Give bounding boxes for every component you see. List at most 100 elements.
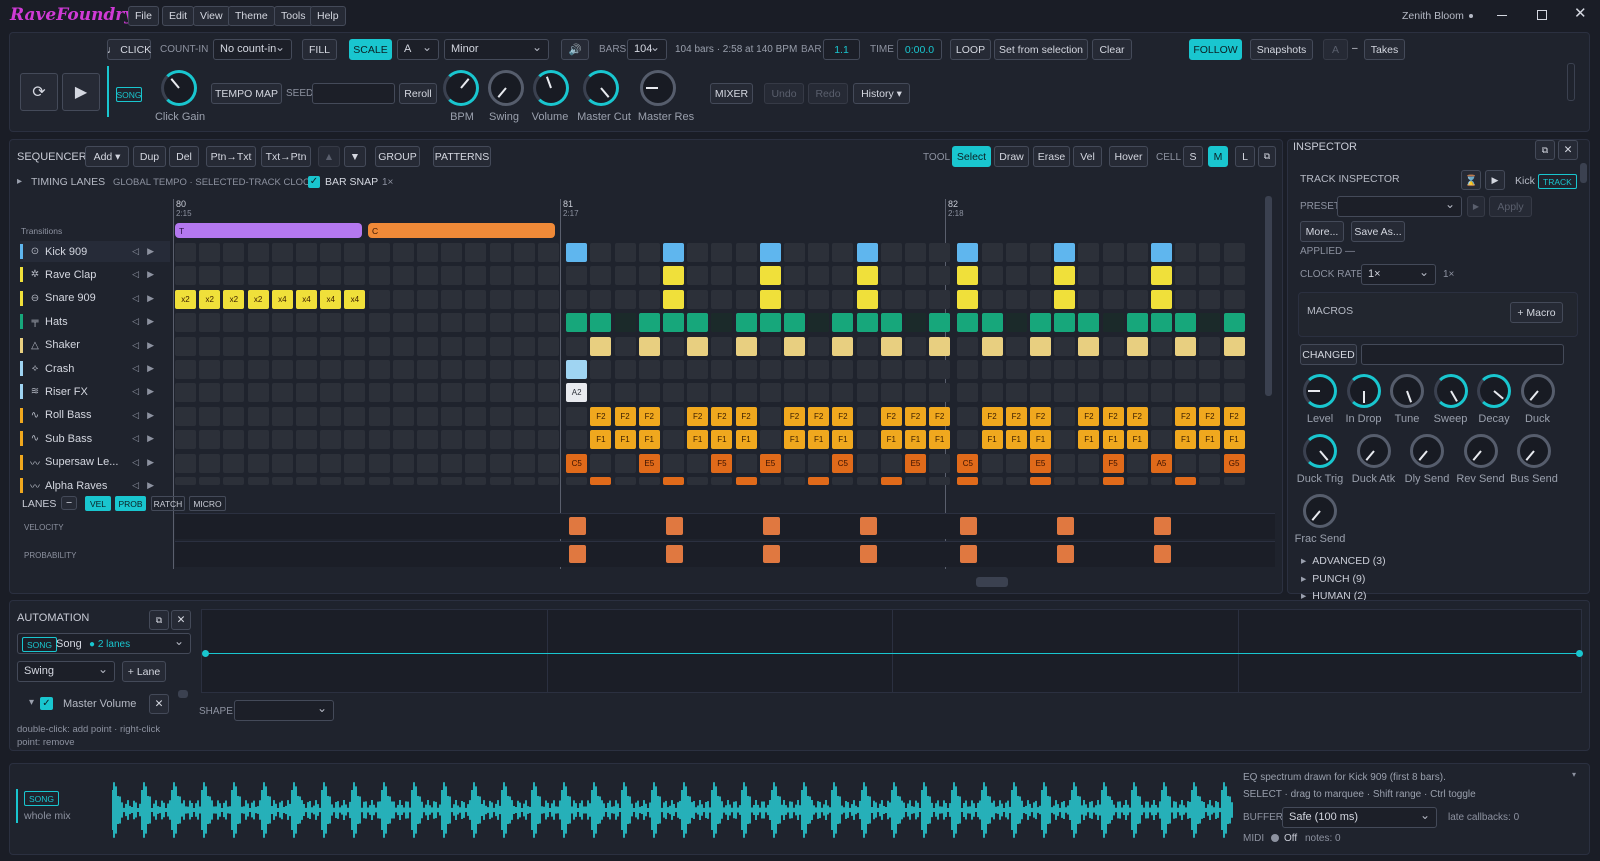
step-cell[interactable] xyxy=(538,430,559,450)
ptn-to-txt-button[interactable]: Ptn→Txt xyxy=(206,146,256,167)
step-cell[interactable] xyxy=(957,383,979,403)
step-cell[interactable] xyxy=(513,430,535,450)
step-cell[interactable] xyxy=(1102,266,1124,286)
cell-size-l[interactable]: L xyxy=(1235,146,1255,167)
step-cell[interactable] xyxy=(663,430,684,450)
step-cell[interactable] xyxy=(368,336,390,356)
note-3[interactable] xyxy=(1030,313,1051,333)
note-2[interactable] xyxy=(663,289,684,309)
step-cell[interactable] xyxy=(1199,243,1221,262)
grid-scrollbar[interactable] xyxy=(1265,196,1272,396)
step-cell[interactable] xyxy=(538,266,559,286)
note-3[interactable] xyxy=(784,313,805,333)
step-cell[interactable] xyxy=(538,313,559,333)
note-3[interactable] xyxy=(1078,313,1100,333)
step-cell[interactable] xyxy=(441,336,463,356)
step-cell[interactable] xyxy=(538,289,559,309)
section-1[interactable]: ▸ PUNCH (9) xyxy=(1301,573,1365,585)
step-cell[interactable] xyxy=(513,289,535,309)
step-cell[interactable] xyxy=(808,360,830,379)
step-cell[interactable] xyxy=(566,477,588,485)
step-cell[interactable] xyxy=(223,430,245,450)
velocity-mark[interactable] xyxy=(859,517,877,535)
note-7[interactable]: F2 xyxy=(929,406,951,426)
note-10[interactable] xyxy=(1030,477,1051,485)
step-cell[interactable] xyxy=(981,360,1003,379)
probability-mark[interactable] xyxy=(1154,545,1171,563)
dup-button[interactable]: Dup xyxy=(133,146,166,167)
master-cut-knob[interactable] xyxy=(583,70,619,106)
step-cell[interactable] xyxy=(663,336,684,356)
step-cell[interactable] xyxy=(832,477,854,485)
note-7[interactable]: F2 xyxy=(1102,406,1124,426)
step-cell[interactable] xyxy=(638,477,660,485)
step-cell[interactable] xyxy=(441,360,463,379)
step-cell[interactable] xyxy=(590,289,612,309)
step-cell[interactable] xyxy=(199,383,221,403)
track-row-0[interactable]: ⊙ Kick 909 ◁▶ xyxy=(20,241,170,262)
note-1[interactable] xyxy=(957,266,979,286)
step-cell[interactable] xyxy=(856,477,878,485)
note-8[interactable]: F1 xyxy=(735,430,757,450)
count-in-select[interactable]: No count-in xyxy=(213,39,292,60)
duck-trig-knob[interactable] xyxy=(1303,434,1337,468)
step-cell[interactable] xyxy=(1030,383,1051,403)
step-cell[interactable] xyxy=(1151,360,1172,379)
step-cell[interactable] xyxy=(1005,453,1027,473)
note-2[interactable] xyxy=(856,289,878,309)
step-cell[interactable] xyxy=(392,477,414,485)
step-cell[interactable] xyxy=(320,360,342,379)
scale-button[interactable]: SCALE xyxy=(349,39,392,60)
step-cell[interactable] xyxy=(687,477,709,485)
step-cell[interactable] xyxy=(1078,289,1100,309)
time-position[interactable]: 0:00.0 xyxy=(897,39,942,60)
step-cell[interactable] xyxy=(1223,477,1245,485)
cell-size-m[interactable]: M xyxy=(1208,146,1228,167)
note-8[interactable]: F1 xyxy=(1005,430,1027,450)
note-7[interactable]: F2 xyxy=(1223,406,1245,426)
step-cell[interactable] xyxy=(832,383,854,403)
step-cell[interactable] xyxy=(489,336,511,356)
step-cell[interactable] xyxy=(368,477,390,485)
step-cell[interactable] xyxy=(538,243,559,262)
step-cell[interactable] xyxy=(784,360,805,379)
transition-t[interactable]: T xyxy=(175,223,362,238)
track-mute-play-icons[interactable]: ◁▶ xyxy=(132,340,162,351)
step-cell[interactable] xyxy=(929,243,951,262)
move-down-button[interactable]: ▼ xyxy=(344,146,366,167)
step-cell[interactable] xyxy=(223,313,245,333)
step-cell[interactable] xyxy=(856,406,878,426)
step-cell[interactable] xyxy=(513,336,535,356)
step-cell[interactable] xyxy=(1054,477,1076,485)
horizontal-scroll-handle[interactable] xyxy=(976,577,1008,587)
add-track-button[interactable]: Add ▾ xyxy=(85,146,129,167)
step-cell[interactable] xyxy=(981,289,1003,309)
note-1[interactable] xyxy=(1054,266,1076,286)
step-cell[interactable] xyxy=(759,477,781,485)
note-8[interactable]: F1 xyxy=(1078,430,1100,450)
step-cell[interactable] xyxy=(711,360,733,379)
step-cell[interactable] xyxy=(271,453,293,473)
fill-button[interactable]: FILL xyxy=(302,39,337,60)
step-cell[interactable] xyxy=(905,360,926,379)
inspector-play-button[interactable]: ▶ xyxy=(1485,170,1505,190)
step-cell[interactable] xyxy=(1151,477,1172,485)
step-cell[interactable] xyxy=(711,243,733,262)
step-cell[interactable] xyxy=(175,430,196,450)
step-cell[interactable] xyxy=(1102,336,1124,356)
note-10[interactable] xyxy=(1175,477,1197,485)
note-3[interactable] xyxy=(1102,313,1124,333)
step-cell[interactable] xyxy=(590,266,612,286)
step-cell[interactable] xyxy=(247,383,269,403)
step-cell[interactable] xyxy=(981,266,1003,286)
note-3[interactable] xyxy=(832,313,854,333)
user-name[interactable]: Zenith Bloom xyxy=(1402,10,1464,22)
note-4[interactable] xyxy=(1175,336,1197,356)
step-cell[interactable] xyxy=(344,336,366,356)
note-3[interactable] xyxy=(929,313,951,333)
note-2[interactable]: x2 xyxy=(199,289,221,309)
probability-mark[interactable] xyxy=(1057,545,1075,563)
lane-toggle-pill[interactable] xyxy=(178,690,188,698)
apply-button[interactable]: Apply xyxy=(1489,196,1532,217)
note-2[interactable]: x2 xyxy=(247,289,269,309)
